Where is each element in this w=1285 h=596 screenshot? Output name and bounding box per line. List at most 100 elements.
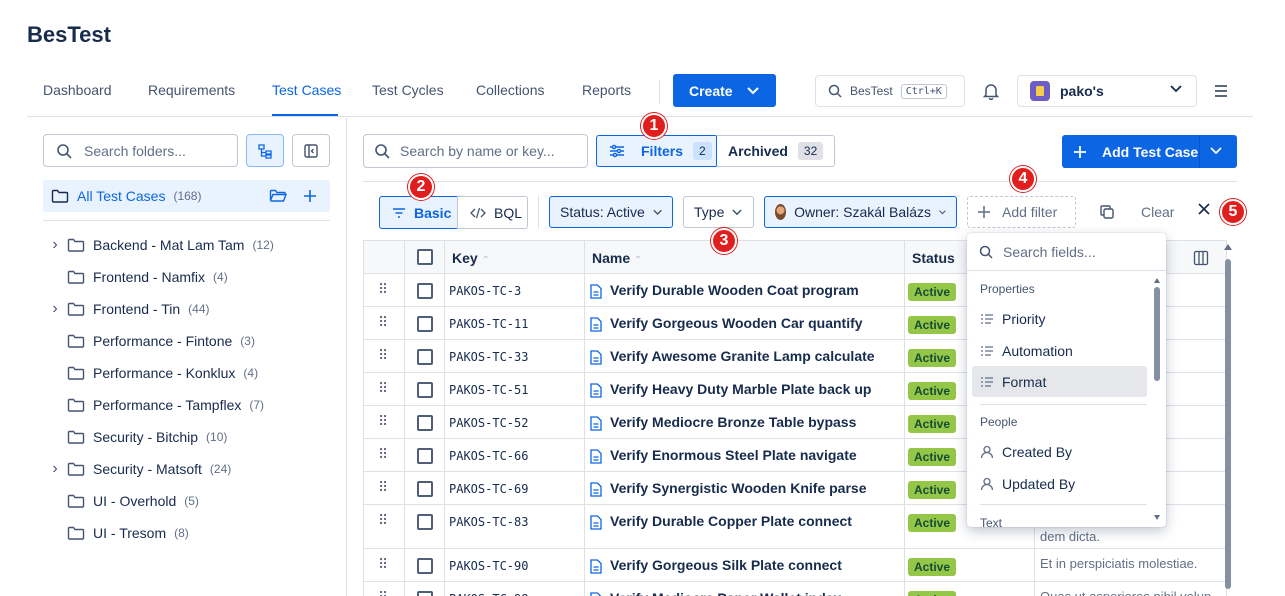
- field-option-created-by[interactable]: Created By: [972, 436, 1147, 467]
- type-filter-chip[interactable]: Type: [683, 196, 754, 228]
- clear-filters-button[interactable]: Clear: [1141, 204, 1174, 220]
- archived-button[interactable]: Archived 32: [716, 135, 835, 167]
- copy-icon[interactable]: [1099, 204, 1115, 223]
- chevron-right-icon[interactable]: ›: [43, 236, 67, 254]
- collapse-sidebar-button[interactable]: [292, 134, 330, 167]
- notifications-bell-icon[interactable]: [982, 82, 1000, 103]
- tab-collections[interactable]: Collections: [476, 82, 544, 98]
- test-case-name-link[interactable]: Verify Durable Wooden Coat program: [590, 282, 859, 299]
- test-case-name-link[interactable]: Verify Awesome Granite Lamp calculate: [590, 348, 875, 365]
- tab-dashboard[interactable]: Dashboard: [43, 82, 112, 98]
- tree-view-button[interactable]: [246, 134, 284, 167]
- folder-search-input[interactable]: Search folders...: [43, 134, 238, 167]
- row-checkbox[interactable]: [417, 591, 433, 596]
- drag-handle-icon[interactable]: ⠿: [378, 347, 386, 364]
- row-checkbox[interactable]: [417, 481, 433, 497]
- row-checkbox[interactable]: [417, 349, 433, 365]
- scroll-down-icon[interactable]: [1153, 514, 1161, 521]
- scrollbar-thumb[interactable]: [1154, 287, 1160, 381]
- row-checkbox[interactable]: [417, 514, 433, 530]
- owner-filter-chip[interactable]: Owner: Szakál Balázs: [764, 196, 957, 228]
- row-checkbox[interactable]: [417, 558, 433, 574]
- sidebar-folder-item[interactable]: Security - Bitchip (10): [43, 421, 227, 453]
- status-filter-chip[interactable]: Status: Active: [549, 196, 673, 228]
- chevron-right-icon[interactable]: ›: [43, 460, 67, 478]
- description-text: Et in perspiciatis molestiae.: [1040, 556, 1198, 571]
- drag-handle-icon[interactable]: ⠿: [378, 446, 386, 463]
- add-folder-icon[interactable]: [303, 189, 317, 203]
- row-checkbox[interactable]: [417, 283, 433, 299]
- chevron-down-icon[interactable]: [1210, 145, 1222, 157]
- bql-mode-button[interactable]: BQL: [457, 196, 528, 229]
- row-checkbox[interactable]: [417, 316, 433, 332]
- test-case-name-link[interactable]: Verify Synergistic Wooden Knife parse: [590, 480, 866, 497]
- scroll-up-icon[interactable]: [1153, 277, 1161, 284]
- test-case-name-link[interactable]: Verify Gorgeous Silk Plate connect: [590, 557, 842, 574]
- test-case-name-link[interactable]: Verify Enormous Steel Plate navigate: [590, 447, 857, 464]
- tab-requirements[interactable]: Requirements: [148, 82, 235, 98]
- add-test-case-button[interactable]: Add Test Case: [1062, 135, 1237, 168]
- test-case-name-link[interactable]: Verify Mediocre Paper Wallet index: [590, 590, 841, 596]
- column-header-key[interactable]: Key ⌃: [452, 250, 490, 266]
- sidebar-folder-item[interactable]: › Security - Matsoft (24): [43, 453, 231, 485]
- add-filter-button[interactable]: Add filter: [967, 196, 1076, 228]
- drag-handle-icon[interactable]: ⠿: [378, 589, 386, 596]
- folder-icon: [67, 493, 85, 509]
- avatar: [775, 204, 787, 220]
- dropdown-scrollbar[interactable]: [1153, 277, 1161, 523]
- table-row[interactable]: ⠿ PAKOS-TC-90 Verify Gorgeous Silk Plate c…: [364, 549, 1226, 582]
- field-option-automation[interactable]: Automation: [972, 335, 1147, 366]
- field-option-priority[interactable]: Priority: [972, 303, 1147, 334]
- field-search-input[interactable]: Search fields...: [967, 233, 1166, 271]
- workspace-switcher[interactable]: pako's: [1017, 75, 1197, 107]
- test-case-search-input[interactable]: Search by name or key...: [363, 134, 588, 168]
- row-checkbox[interactable]: [417, 448, 433, 464]
- test-case-name-link[interactable]: Verify Mediocre Bronze Table bypass: [590, 414, 856, 431]
- drag-handle-icon[interactable]: ⠿: [378, 413, 386, 430]
- test-case-name-link[interactable]: Verify Heavy Duty Marble Plate back up: [590, 381, 871, 398]
- row-checkbox[interactable]: [417, 415, 433, 431]
- columns-icon[interactable]: [1193, 250, 1209, 269]
- all-test-cases-item[interactable]: All Test Cases (168): [43, 180, 330, 212]
- basic-mode-button[interactable]: Basic: [379, 196, 458, 229]
- test-case-name-link[interactable]: Verify Gorgeous Wooden Car quantify: [590, 315, 863, 332]
- drag-handle-icon[interactable]: ⠿: [378, 556, 386, 573]
- sidebar-folder-item[interactable]: › Frontend - Tin (44): [43, 293, 209, 325]
- tab-reports[interactable]: Reports: [582, 82, 631, 98]
- scroll-up-icon[interactable]: [1223, 243, 1233, 251]
- field-option-format[interactable]: Format: [972, 366, 1147, 397]
- folder-icon: [67, 429, 85, 445]
- sidebar-folder-item[interactable]: › Backend - Mat Lam Tam (12): [43, 229, 274, 261]
- table-scrollbar[interactable]: [1223, 243, 1233, 589]
- sidebar-folder-item[interactable]: Performance - Konklux (4): [43, 357, 258, 389]
- sidebar-folder-item[interactable]: Frontend - Namfix (4): [43, 261, 228, 293]
- tab-test-cycles[interactable]: Test Cycles: [372, 82, 444, 98]
- sidebar-folder-item[interactable]: Performance - Fintone (3): [43, 325, 255, 357]
- row-checkbox[interactable]: [417, 382, 433, 398]
- sidebar-folder-item[interactable]: UI - Overhold (5): [43, 485, 199, 517]
- create-button[interactable]: Create: [673, 74, 776, 107]
- menu-icon[interactable]: [1214, 84, 1228, 100]
- close-filters-icon[interactable]: [1198, 202, 1210, 220]
- sidebar-folder-item[interactable]: Performance - Tampflex (7): [43, 389, 264, 421]
- field-option-updated-by[interactable]: Updated By: [972, 468, 1147, 499]
- sidebar-folder-item[interactable]: UI - Tresom (8): [43, 517, 189, 549]
- scrollbar-thumb[interactable]: [1225, 259, 1231, 589]
- tab-test-cases[interactable]: Test Cases: [272, 82, 341, 98]
- filters-button[interactable]: Filters 2: [596, 135, 717, 167]
- column-header-name[interactable]: Name ⌃: [592, 250, 642, 266]
- plus-icon: [1074, 145, 1086, 158]
- table-row[interactable]: ⠿ PAKOS-TC-98 Verify Mediocre Paper Wallet…: [364, 582, 1226, 596]
- drag-handle-icon[interactable]: ⠿: [378, 512, 386, 529]
- test-case-name-link[interactable]: Verify Durable Copper Plate connect: [590, 513, 852, 530]
- folder-open-icon[interactable]: [269, 188, 287, 204]
- column-header-status[interactable]: Status: [912, 250, 955, 266]
- global-search[interactable]: BesTest Ctrl+K: [815, 75, 965, 107]
- drag-handle-icon[interactable]: ⠿: [378, 281, 386, 298]
- chevron-right-icon[interactable]: ›: [43, 300, 67, 318]
- drag-handle-icon[interactable]: ⠿: [378, 380, 386, 397]
- select-all-checkbox[interactable]: [417, 249, 433, 265]
- drag-handle-icon[interactable]: ⠿: [378, 314, 386, 331]
- drag-handle-icon[interactable]: ⠿: [378, 479, 386, 496]
- callout-marker: 2: [408, 174, 434, 200]
